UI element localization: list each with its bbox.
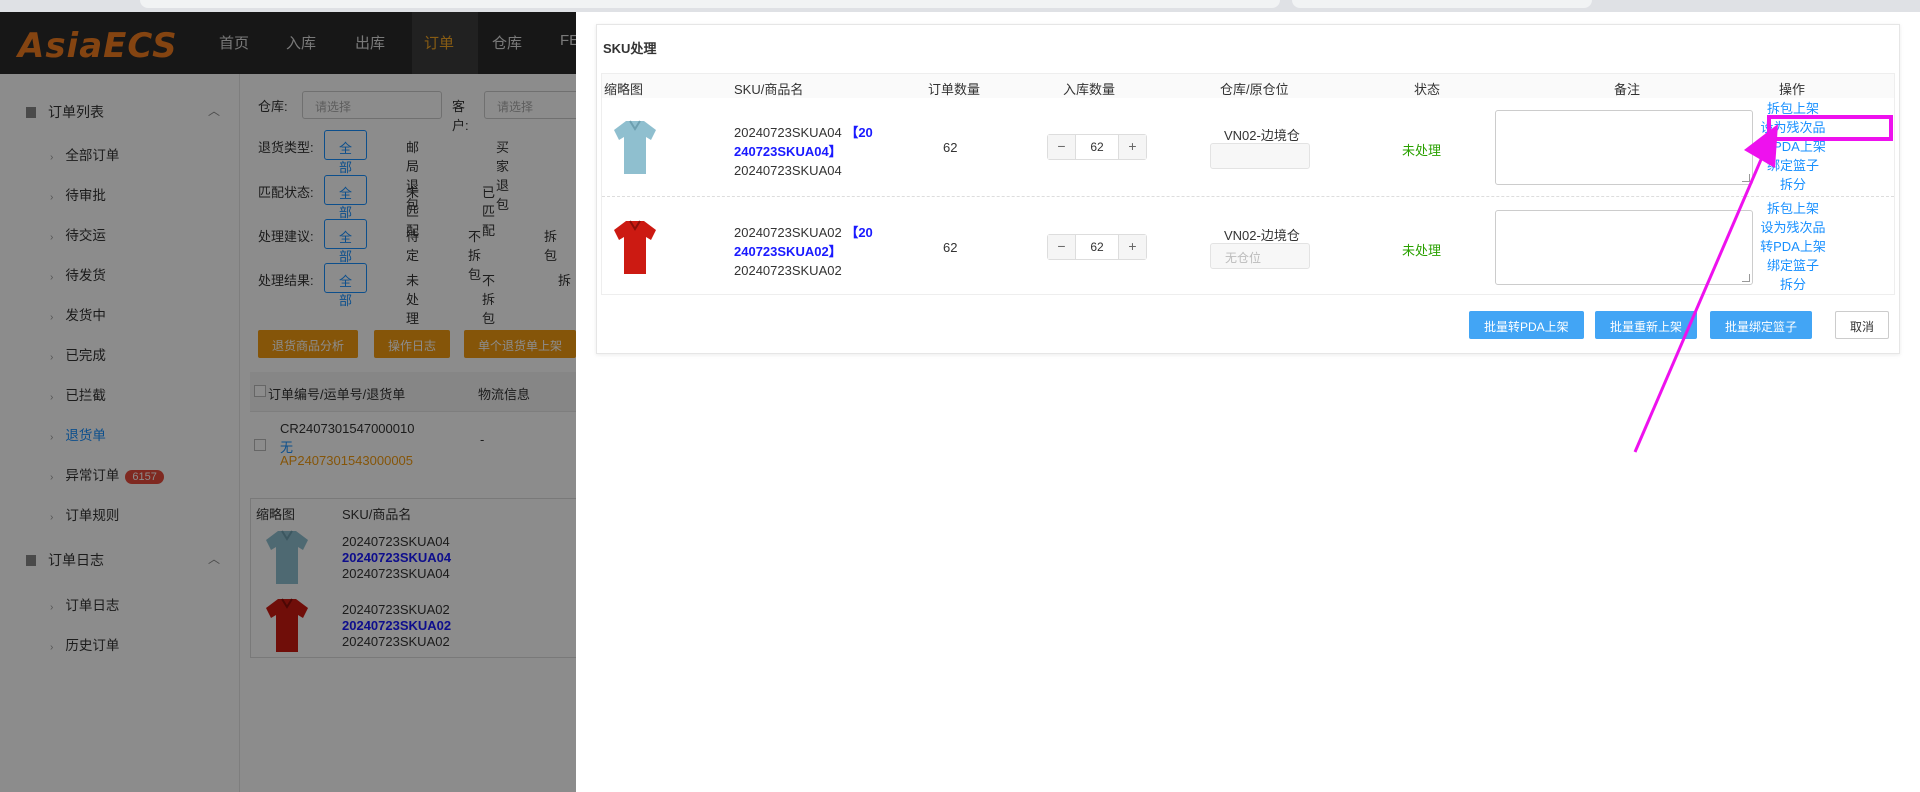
annotation-arrow: [1633, 124, 1778, 453]
arrow-shaft: [1633, 147, 1768, 453]
